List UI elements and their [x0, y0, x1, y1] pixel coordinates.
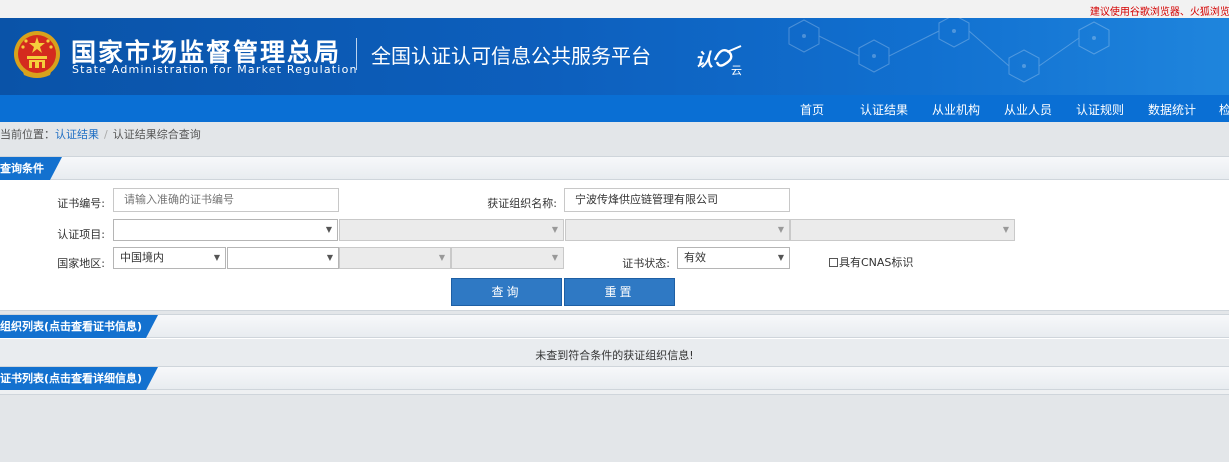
chevron-down-icon: ▼: [1002, 225, 1009, 234]
org-list-title[interactable]: 组织列表(点击查看证书信息): [0, 315, 158, 338]
query-panel-header: 查询条件: [0, 157, 1229, 180]
status-select-value: 有效: [684, 251, 706, 264]
chevron-down-icon: ▼: [551, 253, 558, 262]
region-select-country-value: 中国境内: [120, 251, 164, 264]
status-label: 证书状态:: [622, 257, 670, 270]
org-list-panel: 组织列表(点击查看证书信息) 未查到符合条件的获证组织信息!: [0, 314, 1229, 366]
agency-name-en: State Administration for Market Regulati…: [72, 63, 358, 76]
nav-institutions[interactable]: 从业机构: [932, 101, 980, 118]
cnas-checkbox-label: 具有CNAS标识: [839, 256, 914, 269]
nav-statistics[interactable]: 数据统计: [1148, 101, 1196, 118]
chevron-down-icon: ▼: [438, 253, 445, 262]
breadcrumb-current: 认证结果综合查询: [112, 128, 201, 141]
query-panel: 查询条件 证书编号: 获证组织名称: 宁波传烽供应链管理有限公司 认证项目: ▼…: [0, 156, 1229, 311]
main-nav: 首页 认证结果 从业机构 从业人员 认证规则 数据统计 检: [0, 95, 1229, 122]
org-name-input[interactable]: 宁波传烽供应链管理有限公司: [564, 188, 790, 212]
project-label: 认证项目:: [57, 228, 105, 241]
query-button[interactable]: 查询: [451, 278, 562, 306]
cert-list-title[interactable]: 证书列表(点击查看详细信息): [0, 367, 158, 390]
breadcrumb: 当前位置：认证结果 / 认证结果综合查询: [0, 126, 201, 146]
chevron-down-icon: ▼: [777, 253, 784, 262]
status-select[interactable]: 有效 ▼: [677, 247, 790, 269]
chevron-down-icon: ▼: [777, 225, 784, 234]
cert-list-header: 证书列表(点击查看详细信息): [0, 367, 1229, 390]
browser-notice: 建议使用谷歌浏览器、火狐浏览器、360: [1089, 7, 1229, 18]
national-emblem-icon: [14, 31, 60, 78]
cert-no-label: 证书编号:: [57, 197, 105, 210]
reset-button[interactable]: 重置: [564, 278, 675, 306]
chevron-down-icon: ▼: [213, 253, 220, 262]
region-select-province[interactable]: ▼: [227, 247, 339, 269]
nav-cert-rules[interactable]: 认证规则: [1076, 101, 1124, 118]
nav-home[interactable]: 首页: [800, 101, 824, 118]
chevron-down-icon: ▼: [325, 225, 332, 234]
region-select-district[interactable]: ▼: [451, 247, 564, 269]
platform-title: 全国认证认可信息公共服务平台: [371, 44, 651, 68]
chevron-down-icon: ▼: [551, 225, 558, 234]
svg-text:云: 云: [731, 64, 742, 76]
cert-list-panel: 证书列表(点击查看详细信息): [0, 366, 1229, 395]
breadcrumb-link-cert-results[interactable]: 认证结果: [55, 128, 99, 141]
project-select-3[interactable]: ▼: [565, 219, 790, 241]
org-name-label: 获证组织名称:: [487, 197, 557, 210]
project-select-4[interactable]: ▼: [790, 219, 1015, 241]
project-select-2[interactable]: ▼: [339, 219, 564, 241]
breadcrumb-prefix: 当前位置：: [0, 128, 55, 141]
checkbox-box-icon[interactable]: [829, 257, 838, 267]
region-label: 国家地区:: [57, 257, 105, 270]
nav-search-truncated[interactable]: 检: [1219, 101, 1229, 118]
cnas-checkbox[interactable]: 具有CNAS标识: [829, 254, 913, 270]
nav-practitioners[interactable]: 从业人员: [1004, 101, 1052, 118]
query-panel-title: 查询条件: [0, 157, 62, 180]
cert-no-input[interactable]: [113, 188, 339, 212]
header-divider: [356, 38, 357, 70]
region-select-country[interactable]: 中国境内 ▼: [113, 247, 226, 269]
chevron-down-icon: ▼: [326, 253, 333, 262]
hexagon-pattern-decoration: [788, 18, 1110, 83]
site-header: 国家市场监督管理总局 State Administration for Mark…: [0, 18, 1229, 95]
org-list-empty-message: 未查到符合条件的获证组织信息!: [535, 349, 694, 362]
breadcrumb-separator: /: [104, 128, 108, 141]
region-select-city[interactable]: ▼: [339, 247, 451, 269]
project-select-1[interactable]: ▼: [113, 219, 338, 241]
renyun-logo-icon: 认 云: [695, 45, 742, 76]
top-notice-bar: 建议使用谷歌浏览器、火狐浏览器、360: [0, 0, 1229, 18]
org-list-header: 组织列表(点击查看证书信息): [0, 315, 1229, 338]
svg-text:认: 认: [695, 50, 713, 71]
nav-cert-results[interactable]: 认证结果: [860, 101, 908, 118]
